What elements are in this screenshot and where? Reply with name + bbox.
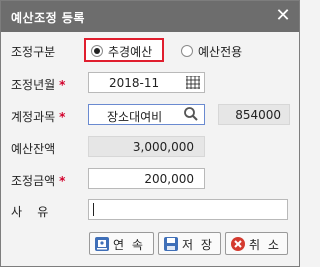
continue-button[interactable]: 연 속	[89, 232, 154, 255]
account-code-field: 854000	[218, 104, 290, 125]
required-mark: *	[59, 78, 66, 92]
amount-field[interactable]: 200,000	[88, 168, 205, 189]
adj-date-field[interactable]: 2018-11	[88, 72, 205, 93]
dialog-title: 예산조정 등록	[11, 11, 85, 25]
account-code-value: 854000	[235, 108, 281, 122]
account-label: 계정과목 *	[11, 108, 65, 125]
register-icon	[95, 237, 109, 251]
balance-field: 3,000,000	[88, 136, 205, 157]
search-icon[interactable]	[182, 105, 200, 123]
radio-supplementary-budget[interactable]	[91, 45, 103, 57]
text-caret	[93, 203, 94, 216]
required-mark: *	[59, 174, 66, 188]
adj-date-label-text: 조정년월	[11, 78, 56, 92]
reason-input[interactable]	[88, 199, 288, 220]
account-search-field[interactable]: 장소대여비	[88, 104, 205, 125]
radio-supplementary-budget-label[interactable]: 추경예산	[108, 43, 152, 60]
radio-budget-transfer[interactable]	[181, 45, 193, 57]
continue-button-label: 연 속	[113, 238, 145, 252]
balance-label: 예산잔액	[11, 142, 56, 156]
close-icon[interactable]: ✕	[275, 7, 291, 25]
calendar-icon[interactable]	[186, 76, 200, 89]
radio-budget-transfer-label[interactable]: 예산전용	[198, 43, 242, 60]
cancel-icon	[231, 237, 245, 251]
budget-adjustment-dialog: 예산조정 등록 ✕ 조정구분 추경예산 예산전용 조정년월 * 2018-11 계…	[0, 0, 300, 267]
balance-value: 3,000,000	[132, 140, 194, 154]
account-name-value: 장소대여비	[107, 110, 163, 124]
required-mark: *	[59, 110, 66, 124]
cancel-button-label: 취 소	[249, 238, 281, 252]
title-bar: 예산조정 등록 ✕	[1, 1, 299, 32]
adj-type-label: 조정구분	[11, 45, 56, 59]
save-button[interactable]: 저 장	[158, 232, 221, 255]
save-icon	[164, 237, 178, 251]
adj-date-value: 2018-11	[109, 76, 160, 90]
save-button-label: 저 장	[182, 238, 214, 252]
adj-date-label: 조정년월 *	[11, 76, 65, 93]
cancel-button[interactable]: 취 소	[225, 232, 288, 255]
account-label-text: 계정과목	[11, 110, 56, 124]
reason-label: 사 유	[11, 205, 49, 219]
amount-label-text: 조정금액	[11, 174, 56, 188]
amount-value: 200,000	[144, 172, 194, 186]
amount-label: 조정금액 *	[11, 172, 65, 189]
